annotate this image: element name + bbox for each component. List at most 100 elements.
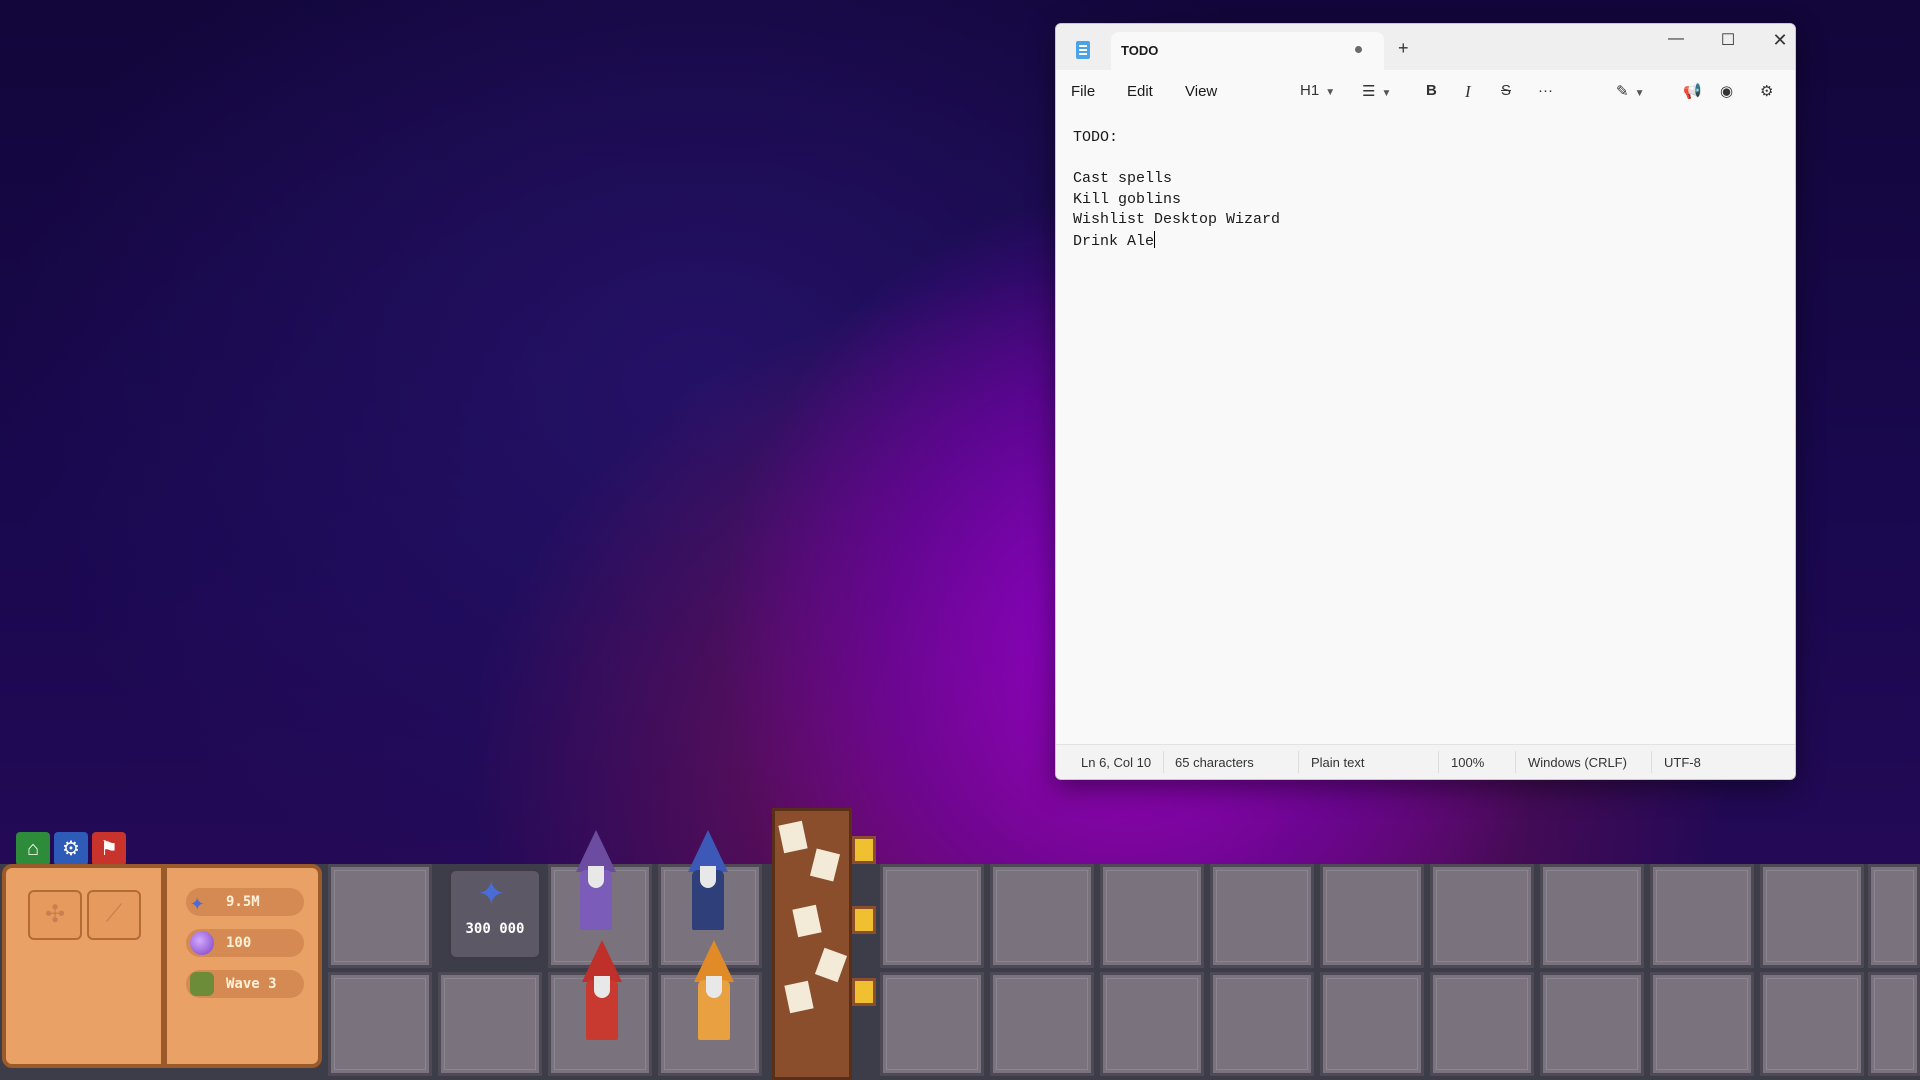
maximize-button[interactable]: ☐ [1708, 30, 1748, 50]
wizard-beard [700, 866, 716, 888]
list-dropdown[interactable]: ☰ ▼ [1362, 82, 1391, 100]
text-editor[interactable]: TODO: Cast spells Kill goblins Wishlist … [1073, 128, 1773, 728]
board-tile[interactable] [990, 864, 1094, 968]
mana-counter: ✦ 9.5M [186, 888, 304, 916]
title-bar[interactable]: TODO + — ☐ ✕ [1056, 24, 1795, 70]
strikethrough-button[interactable]: S [1501, 82, 1511, 99]
board-tile[interactable] [1210, 972, 1314, 1076]
bold-button[interactable]: B [1426, 82, 1437, 99]
board-tile[interactable] [1430, 972, 1534, 1076]
mana-value: 9.5M [226, 894, 260, 910]
board-tile[interactable] [1430, 864, 1534, 968]
editor-line: Cast spells [1073, 170, 1173, 187]
board-tile[interactable] [1760, 864, 1864, 968]
italic-button[interactable]: I [1465, 82, 1471, 102]
paper-note [778, 820, 808, 854]
whats-new-button[interactable]: 📢 [1683, 82, 1702, 100]
chevron-down-icon: ▼ [1325, 87, 1336, 98]
skill-tree-slot[interactable]: ✣ [28, 890, 82, 940]
chevron-down-icon: ▼ [1381, 88, 1392, 99]
notepad-app-icon [1076, 41, 1090, 59]
more-options-button[interactable]: ··· [1538, 82, 1553, 99]
board-tile[interactable] [438, 972, 542, 1076]
home-icon[interactable]: ⌂ [16, 832, 50, 866]
wave-counter: Wave 3 [186, 970, 304, 998]
board-tile[interactable] [328, 972, 432, 1076]
text-caret [1154, 230, 1156, 248]
mana-star-icon: ✦ [477, 875, 506, 913]
lantern-icon [852, 836, 876, 864]
copilot-dropdown[interactable]: ✎ ▼ [1616, 82, 1644, 100]
wizard-beard [706, 976, 722, 998]
board-tile[interactable] [1540, 972, 1644, 1076]
wand-slot[interactable]: ⟋ [87, 890, 141, 940]
gem-counter: 100 [186, 929, 304, 957]
editor-line: Kill goblins [1073, 190, 1182, 208]
new-tab-button[interactable]: + [1398, 38, 1409, 59]
paper-note [814, 947, 848, 983]
text-format[interactable]: Plain text [1311, 755, 1364, 770]
wizard-orange[interactable] [678, 940, 748, 1046]
editor-line-text: Drink Ale [1073, 232, 1155, 250]
board-tile[interactable] [880, 864, 984, 968]
status-divider [1515, 751, 1516, 773]
board-tile[interactable] [328, 864, 432, 968]
board-tile[interactable] [1650, 864, 1754, 968]
board-tile[interactable] [1760, 972, 1864, 1076]
summon-cost-tile[interactable]: ✦ 300 000 [448, 868, 542, 960]
menu-view[interactable]: View [1185, 83, 1217, 100]
menu-bar: File Edit View H1 ▼ ☰ ▼ B I S ··· ✎ ▼ 📢 ◉ ⚙ [1056, 70, 1795, 112]
board-tile[interactable] [1210, 864, 1314, 968]
board-tile[interactable] [1868, 864, 1920, 968]
settings-icon[interactable]: ⚙ [1760, 82, 1773, 100]
status-divider [1298, 751, 1299, 773]
lantern-icon [852, 906, 876, 934]
menu-file[interactable]: File [1071, 83, 1095, 100]
close-button[interactable]: ✕ [1760, 30, 1795, 51]
heading-dropdown[interactable]: H1 ▼ [1300, 82, 1335, 99]
spellbook-panel: ✣ ⟋ ✦ 9.5M 100 Wave 3 [2, 864, 322, 1068]
cursor-position[interactable]: Ln 6, Col 10 [1081, 755, 1151, 770]
board-tile[interactable] [1320, 972, 1424, 1076]
unsaved-indicator-icon[interactable] [1355, 46, 1362, 53]
account-icon[interactable]: ◉ [1720, 82, 1733, 100]
wizard-blue[interactable] [672, 830, 742, 936]
line-ending[interactable]: Windows (CRLF) [1528, 755, 1627, 770]
wizard-beard [594, 976, 610, 998]
settings-gear-icon[interactable]: ⚙ [54, 832, 88, 866]
notepad-window[interactable]: TODO + — ☐ ✕ File Edit View H1 ▼ ☰ ▼ B I S… [1055, 23, 1796, 780]
list-icon: ☰ [1362, 83, 1376, 100]
wizard-purple[interactable] [560, 830, 630, 936]
board-tile[interactable] [1320, 864, 1424, 968]
editor-line: TODO: [1073, 129, 1119, 146]
board-tile[interactable] [880, 972, 984, 1076]
status-bar: Ln 6, Col 10 65 characters Plain text 10… [1056, 744, 1795, 779]
character-count: 65 characters [1175, 755, 1254, 770]
board-tile[interactable] [1540, 864, 1644, 968]
skill-tree-icon: ✣ [44, 901, 66, 928]
encoding[interactable]: UTF-8 [1664, 755, 1701, 770]
board-tile[interactable] [1650, 972, 1754, 1076]
minimize-button[interactable]: — [1656, 30, 1696, 48]
summon-cost-value: 300 000 [465, 921, 525, 937]
board-tile[interactable] [990, 972, 1094, 1076]
flag-icon[interactable]: ⚑ [92, 832, 126, 866]
board-tile[interactable] [1868, 972, 1920, 1076]
bookshelf-tower[interactable] [772, 808, 852, 1080]
copilot-icon: ✎ [1616, 83, 1629, 100]
wizard-red[interactable] [566, 940, 636, 1046]
chevron-down-icon: ▼ [1634, 88, 1645, 99]
editor-line-current: Drink Ale [1073, 230, 1773, 252]
heading-label: H1 [1300, 82, 1320, 99]
wave-value: Wave 3 [226, 976, 277, 992]
menu-edit[interactable]: Edit [1127, 83, 1153, 100]
gem-orb-icon [190, 931, 214, 955]
status-divider [1438, 751, 1439, 773]
zoom-level[interactable]: 100% [1451, 755, 1484, 770]
book-spine [161, 868, 167, 1064]
board-tile[interactable] [1100, 972, 1204, 1076]
tab-todo[interactable]: TODO [1111, 32, 1384, 70]
lantern-icon [852, 978, 876, 1006]
board-tile[interactable] [1100, 864, 1204, 968]
